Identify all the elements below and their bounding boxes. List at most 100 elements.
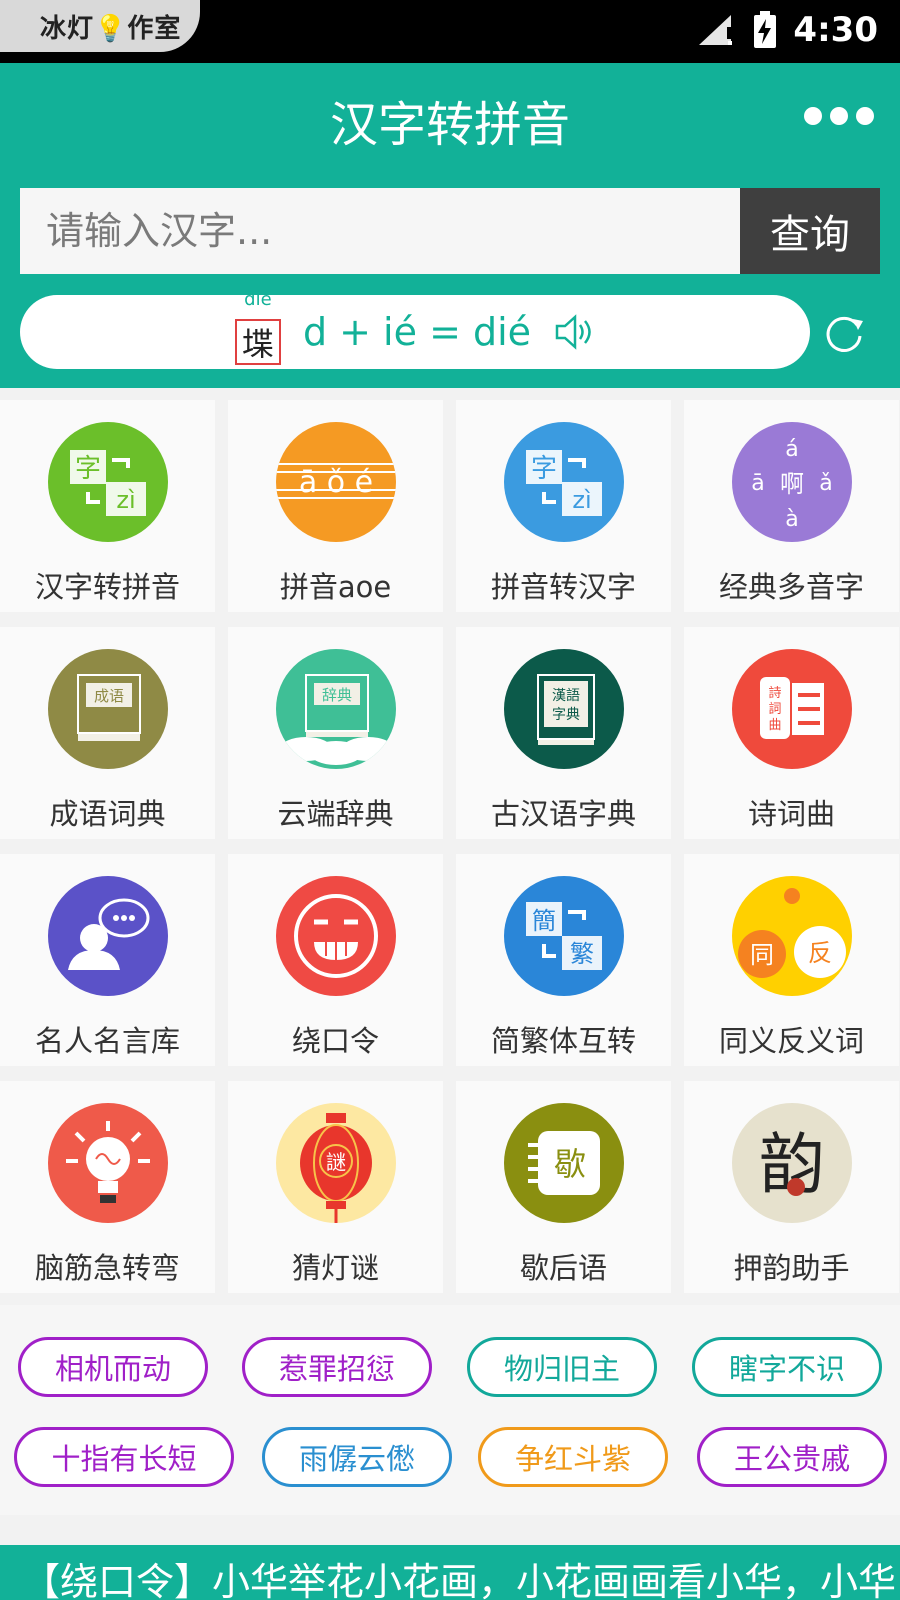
tongue-twister-marquee[interactable]: 【绕口令】小华举花小花画，小花画画看小华，小华: [0, 1545, 900, 1600]
battery-charging-icon: [754, 11, 777, 48]
svg-text:曲: 曲: [768, 718, 781, 733]
grid-item-famous-quotes[interactable]: 名人名言库: [0, 854, 215, 1066]
simplified-traditional-icon: 簡繁: [503, 876, 624, 996]
svg-text:繁: 繁: [570, 940, 594, 968]
idiom-tag[interactable]: 瞎字不识: [692, 1337, 882, 1397]
grid-item-label: 绕口令: [291, 1024, 379, 1058]
svg-text:辞典: 辞典: [321, 686, 351, 704]
grid-item-idiom-dictionary[interactable]: 成语 成语词典: [0, 627, 215, 839]
polyphonic-icon: áā啊ǎà: [731, 422, 852, 542]
brain-teaser-icon: [47, 1103, 168, 1223]
grid-item-pinyin-aoe[interactable]: ā ǒ é 拼音aoe: [228, 400, 443, 612]
grid-item-simplified-traditional[interactable]: 簡繁 简繁体互转: [456, 854, 671, 1066]
clock: 4:30: [793, 10, 878, 50]
svg-text:詞: 詞: [768, 702, 781, 717]
grid-item-label: 拼音转汉字: [490, 570, 636, 604]
grid-item-xiehouyu[interactable]: 歇 歇后语: [456, 1081, 671, 1293]
grid-item-poetry[interactable]: 詩詞曲 诗词曲: [684, 627, 899, 839]
grid-item-synonym-antonym[interactable]: 同反 同义反义词: [684, 854, 899, 1066]
grid-item-label: 押韵助手: [733, 1251, 850, 1285]
grid-item-label: 诗词曲: [747, 797, 835, 831]
poetry-icon: 詩詞曲: [731, 649, 852, 769]
pinyin-to-hanzi-icon: 字 zì: [503, 422, 624, 542]
grid-item-label: 猜灯谜: [291, 1251, 379, 1285]
grid-item-cloud-dictionary[interactable]: 辞典 云端辞典: [228, 627, 443, 839]
grid-item-label: 成语词典: [49, 797, 166, 831]
signal-icon: [699, 15, 734, 45]
lantern-riddle-icon: 謎: [275, 1103, 396, 1223]
idiom-tag[interactable]: 惹罪招愆: [242, 1337, 432, 1397]
cloud-dictionary-icon: 辞典: [275, 649, 396, 769]
idiom-tag[interactable]: 王公贵戚: [697, 1427, 887, 1487]
app-header: 汉字转拼音 查询 dié 堞 d + ié = dié: [0, 63, 900, 388]
speaker-icon[interactable]: [553, 312, 595, 352]
svg-text:簡: 簡: [532, 907, 556, 935]
demo-character: dié 堞: [234, 289, 281, 365]
marquee-text: 【绕口令】小华举花小花画，小花画画看小华，小华: [22, 1560, 897, 1600]
watermark-logo: 冰灯💡作室: [0, 0, 200, 52]
rhyme-helper-icon: 韵: [731, 1103, 852, 1223]
idiom-tag[interactable]: 物归旧主: [467, 1337, 657, 1397]
feature-grid: 字 zì 汉字转拼音 ā ǒ é 拼音aoe 字 zì 拼音转汉字 áā啊ǎà 经典…: [0, 400, 900, 1293]
grid-item-label: 脑筋急转弯: [34, 1251, 180, 1285]
svg-text:字: 字: [530, 454, 556, 484]
status-bar: 冰灯💡作室 4:30: [0, 0, 900, 63]
svg-text:成语: 成语: [93, 687, 123, 705]
svg-text:à: à: [785, 507, 798, 532]
grid-item-label: 经典多音字: [718, 570, 864, 604]
grid-item-brain-teaser[interactable]: 脑筋急转弯: [0, 1081, 215, 1293]
page-title: 汉字转拼音: [329, 97, 570, 153]
svg-text:字典: 字典: [552, 707, 580, 723]
grid-item-classical-dictionary[interactable]: 漢語字典 古汉语字典: [456, 627, 671, 839]
idiom-tag[interactable]: 争红斗紫: [478, 1427, 668, 1487]
svg-text:zì: zì: [572, 486, 591, 514]
svg-text:ǎ: ǎ: [819, 471, 832, 496]
search-button[interactable]: 查询: [740, 188, 880, 274]
classical-chinese-dictionary-icon: 漢語 字典: [503, 649, 624, 769]
more-dots-icon[interactable]: [804, 107, 874, 125]
pinyin-aoe-icon: ā ǒ é: [275, 422, 396, 542]
hanzi-to-pinyin-icon: 字 zì: [47, 422, 168, 542]
grid-item-label: 拼音aoe: [279, 570, 392, 604]
demo-character-glyph: 堞: [241, 325, 274, 363]
svg-text:反: 反: [808, 939, 832, 967]
pinyin-formula: d + ié = dié: [302, 310, 532, 354]
svg-text:á: á: [785, 437, 798, 462]
tongue-twister-icon: [275, 876, 396, 996]
grid-item-label: 简繁体互转: [490, 1024, 636, 1058]
grid-item-tongue-twister[interactable]: 绕口令: [228, 854, 443, 1066]
pinyin-demo-bar[interactable]: dié 堞 d + ié = dié: [20, 289, 810, 369]
grid-item-label: 同义反义词: [718, 1024, 864, 1058]
refresh-icon[interactable]: [823, 313, 865, 355]
idiom-tag[interactable]: 相机而动: [18, 1337, 208, 1397]
grid-item-label: 名人名言库: [34, 1024, 180, 1058]
svg-text:漢語: 漢語: [552, 688, 580, 704]
svg-text:ā ǒ é: ā ǒ é: [298, 465, 372, 500]
svg-text:zì: zì: [116, 486, 135, 514]
synonym-antonym-icon: 同反: [731, 876, 852, 996]
grid-item-rhyme-helper[interactable]: 韵 押韵助手: [684, 1081, 899, 1293]
grid-item-label: 汉字转拼音: [34, 570, 180, 604]
grid-item-lantern-riddle[interactable]: 謎 猜灯谜: [228, 1081, 443, 1293]
svg-text:啊: 啊: [780, 470, 804, 498]
idiom-tag[interactable]: 雨僝云僽: [262, 1427, 452, 1487]
xiehouyu-icon: 歇: [503, 1103, 624, 1223]
search-bar: 查询: [20, 188, 880, 274]
grid-item-label: 古汉语字典: [490, 797, 636, 831]
svg-text:詩: 詩: [768, 686, 781, 701]
search-input[interactable]: [20, 188, 740, 274]
svg-text:歇: 歇: [553, 1145, 585, 1183]
famous-quotes-icon: [47, 876, 168, 996]
svg-text:ā: ā: [751, 471, 764, 496]
grid-item-hanzi-to-pinyin[interactable]: 字 zì 汉字转拼音: [0, 400, 215, 612]
grid-item-label: 云端辞典: [277, 797, 394, 831]
status-icons: 4:30: [697, 10, 878, 50]
demo-character-pinyin: dié: [244, 289, 272, 310]
svg-text:同: 同: [750, 941, 774, 969]
grid-item-label: 歇后语: [519, 1251, 607, 1285]
idiom-tag[interactable]: 十指有长短: [14, 1427, 234, 1487]
idiom-dictionary-icon: 成语: [47, 649, 168, 769]
grid-item-pinyin-to-hanzi[interactable]: 字 zì 拼音转汉字: [456, 400, 671, 612]
grid-item-polyphonic[interactable]: áā啊ǎà 经典多音字: [684, 400, 899, 612]
idiom-tags: 相机而动 惹罪招愆 物归旧主 瞎字不识 十指有长短 雨僝云僽 争红斗紫 王公贵戚: [0, 1305, 900, 1515]
